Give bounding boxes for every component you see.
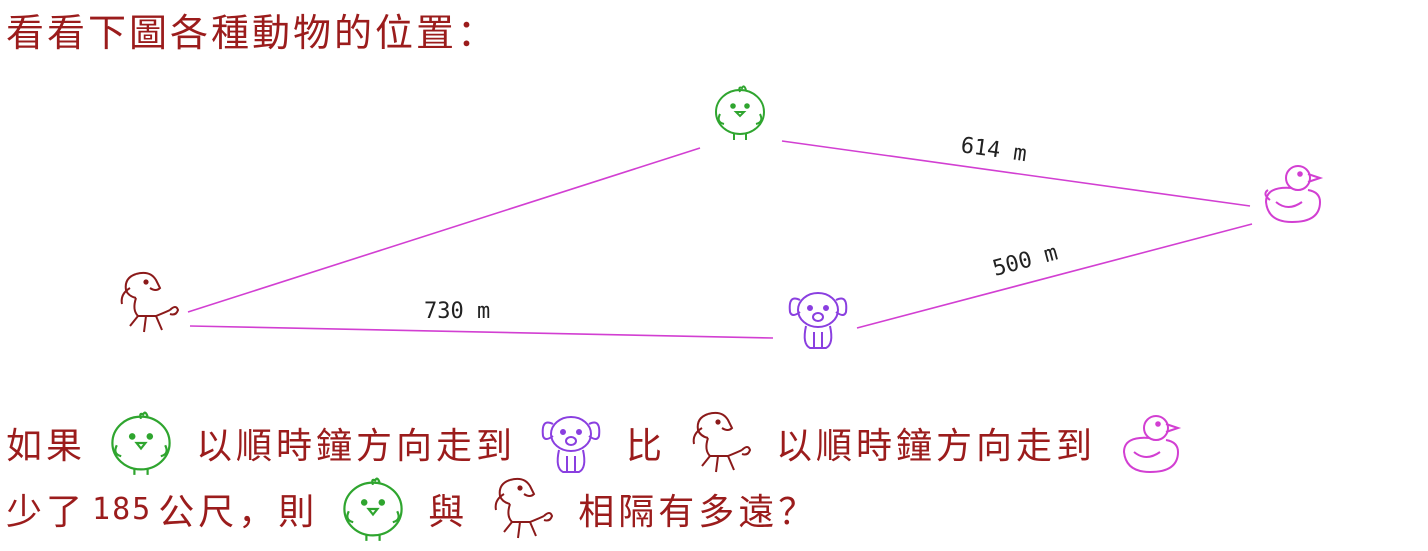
distance-label-chick-duck: 614 m <box>959 133 1028 167</box>
animal-position-diagram: 614 m 500 m 730 m <box>120 85 1324 349</box>
question-text-8: 相隔有多遠？ <box>578 492 819 533</box>
distance-label-dog-duck: 500 m <box>990 241 1060 282</box>
question-line-1: 如果 以順時鐘方向走到 比 以順時鐘方向走到 <box>6 410 1184 476</box>
horse-icon <box>688 410 754 476</box>
question-text-5: 少了 <box>6 492 87 533</box>
question-text-1: 如果 <box>6 426 87 467</box>
chick-icon <box>340 476 406 542</box>
duck-icon <box>1118 410 1184 476</box>
distance-label-horse-dog: 730 m <box>424 299 490 324</box>
question-text-4: 以順時鐘方向走到 <box>776 426 1097 467</box>
question-text-3: 比 <box>626 426 667 467</box>
question-line-2: 少了 185 公尺，則 與 相隔有多遠？ <box>6 476 818 542</box>
dog-icon <box>788 292 848 349</box>
chick-icon <box>108 410 174 476</box>
edge-horse-chick <box>187 147 701 313</box>
edge-horse-dog <box>189 325 774 339</box>
question-text-2: 以順時鐘方向走到 <box>196 426 517 467</box>
chick-icon <box>715 85 765 140</box>
question-text-6: 公尺，則 <box>158 492 319 533</box>
question-text-7: 與 <box>428 492 469 533</box>
horse-icon <box>490 476 556 542</box>
duck-icon <box>1264 165 1324 224</box>
horse-icon <box>120 271 180 333</box>
edge-dog-duck <box>856 223 1253 329</box>
distance-difference: 185 <box>92 491 153 527</box>
dog-icon <box>538 410 604 476</box>
